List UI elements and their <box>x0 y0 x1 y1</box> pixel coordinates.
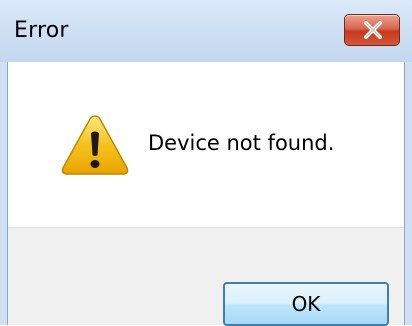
warning-icon <box>61 115 129 175</box>
title-bar[interactable]: Error <box>0 0 412 62</box>
dialog-body: Device not found. OK <box>7 62 405 326</box>
window-title: Error <box>14 18 69 43</box>
message-area: Device not found. <box>8 62 404 227</box>
error-dialog: Error Device not found. OK <box>0 0 412 326</box>
close-button[interactable] <box>344 14 400 46</box>
close-x-icon <box>364 21 382 39</box>
error-message: Device not found. <box>148 131 335 155</box>
button-area: OK <box>8 227 404 326</box>
ok-button[interactable]: OK <box>223 282 389 326</box>
